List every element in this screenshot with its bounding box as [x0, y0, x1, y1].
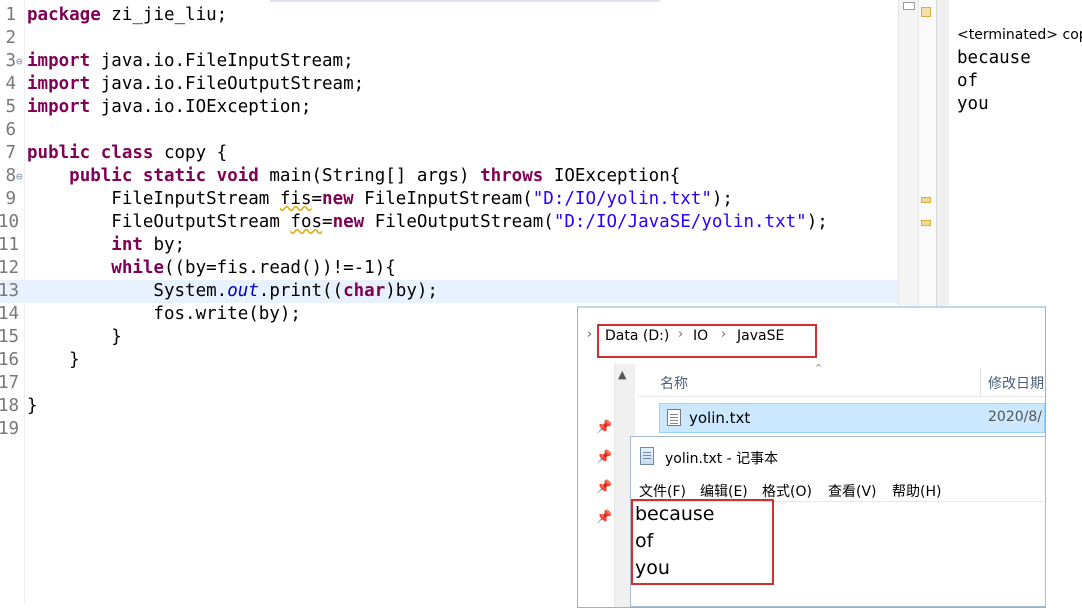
breadcrumb-highlight-box: [597, 324, 817, 358]
line-number: 4: [5, 74, 16, 94]
code-line[interactable]: 11 int by;: [0, 234, 898, 257]
chevron-right-icon[interactable]: ›: [587, 327, 592, 342]
code-line[interactable]: 7 public class copy {: [0, 142, 898, 165]
console-output-line: because: [957, 48, 1031, 68]
console-title: <terminated> cop: [957, 27, 1082, 43]
code-text[interactable]: fos.write(by);: [27, 303, 301, 326]
file-row-selected[interactable]: yolin.txt 2020/8/: [659, 403, 1045, 433]
code-text[interactable]: public class copy {: [27, 142, 227, 165]
line-number: 14: [0, 304, 20, 324]
code-text[interactable]: import java.io.FileInputStream;: [27, 50, 354, 73]
code-text[interactable]: }: [27, 395, 38, 418]
code-text[interactable]: int by;: [27, 234, 185, 257]
line-number: 5: [5, 97, 16, 117]
line-number: 8: [5, 166, 16, 186]
menu-edit[interactable]: 编辑(E): [700, 481, 748, 501]
code-text[interactable]: import java.io.IOException;: [27, 96, 311, 119]
notepad-icon: [640, 447, 654, 465]
code-line[interactable]: 13 System.out.print((char)by);: [0, 280, 898, 303]
line-number: 3: [5, 51, 16, 71]
code-line[interactable]: 10 FileOutputStream fos=new FileOutputSt…: [0, 211, 898, 234]
fold-toggle-icon[interactable]: ⊖: [16, 165, 23, 188]
line-number: 6: [5, 120, 16, 140]
pin-icon[interactable]: 📌: [596, 450, 612, 465]
text-file-icon: [667, 409, 681, 426]
code-line[interactable]: 12 while((by=fis.read())!=-1){: [0, 257, 898, 280]
notepad-title: yolin.txt - 记事本: [665, 451, 779, 467]
column-header-row: ⌃ 名称 修改日期: [638, 362, 1045, 397]
line-number: 11: [0, 235, 20, 255]
line-number: 2: [5, 28, 16, 48]
line-number: 17: [0, 373, 20, 393]
pin-icon[interactable]: 📌: [596, 510, 612, 525]
pin-icon[interactable]: 📌: [596, 420, 612, 435]
code-line[interactable]: 8 ⊖ public static void main(String[] args…: [0, 165, 898, 188]
warning-marker-line-10[interactable]: [921, 220, 931, 226]
line-number: 15: [0, 327, 20, 347]
column-header-date[interactable]: 修改日期: [988, 373, 1044, 393]
code-text[interactable]: }: [27, 326, 122, 349]
content-highlight-box: [631, 499, 774, 585]
notepad-window: yolin.txt - 记事本 文件(F) 编辑(E) 格式(O) 查看(V) …: [630, 436, 1046, 607]
code-line[interactable]: 1 package zi_jie_liu;: [0, 4, 898, 27]
code-line[interactable]: 3 ⊖ import java.io.FileInputStream;: [0, 50, 898, 73]
code-text[interactable]: while((by=fis.read())!=-1){: [27, 257, 395, 280]
code-text[interactable]: package zi_jie_liu;: [27, 4, 227, 27]
code-line[interactable]: 9 FileInputStream fis=new FileInputStrea…: [0, 188, 898, 211]
line-number: 12: [0, 258, 20, 278]
line-number: 10: [0, 212, 20, 232]
line-number: 18: [0, 396, 20, 416]
line-number: 19: [0, 419, 20, 439]
column-header-name[interactable]: 名称: [660, 373, 688, 393]
code-line[interactable]: 2: [0, 27, 898, 50]
sort-chevron-icon: ⌃: [814, 362, 824, 375]
editor-tab-edge: [270, 0, 660, 2]
line-number: 1: [5, 5, 16, 25]
line-number: 7: [5, 143, 16, 163]
scroll-up-icon[interactable]: ▲: [618, 368, 626, 381]
code-text[interactable]: }: [27, 349, 80, 372]
warning-summary-marker[interactable]: [921, 7, 931, 17]
code-text[interactable]: public static void main(String[] args) t…: [27, 165, 680, 188]
file-name: yolin.txt: [689, 409, 751, 427]
code-line[interactable]: 4 import java.io.FileOutputStream;: [0, 73, 898, 96]
fold-toggle-icon[interactable]: ⊖: [16, 50, 23, 73]
line-number: 16: [0, 350, 20, 370]
warning-marker-line-9[interactable]: [921, 197, 931, 203]
code-line[interactable]: 6: [0, 119, 898, 142]
menu-view[interactable]: 查看(V): [828, 481, 877, 501]
menu-format[interactable]: 格式(O): [762, 481, 812, 501]
notepad-titlebar[interactable]: yolin.txt - 记事本: [631, 437, 1045, 477]
code-text[interactable]: System.out.print((char)by);: [27, 280, 438, 303]
code-text[interactable]: import java.io.FileOutputStream;: [27, 73, 364, 96]
scrollbar-thumb[interactable]: [903, 2, 915, 10]
code-line[interactable]: 5 import java.io.IOException;: [0, 96, 898, 119]
console-output-line: of: [957, 71, 979, 91]
line-number: 9: [5, 189, 16, 209]
code-text[interactable]: FileInputStream fis=new FileInputStream(…: [27, 188, 733, 211]
column-separator[interactable]: [980, 368, 981, 396]
menu-help[interactable]: 帮助(H): [892, 481, 941, 501]
menu-file[interactable]: 文件(F): [639, 481, 686, 501]
pin-icon[interactable]: 📌: [596, 480, 612, 495]
file-modified-date: 2020/8/: [988, 409, 1042, 425]
line-number: 13: [0, 281, 20, 301]
console-output-line: you: [957, 94, 989, 114]
code-text[interactable]: FileOutputStream fos=new FileOutputStrea…: [27, 211, 828, 234]
